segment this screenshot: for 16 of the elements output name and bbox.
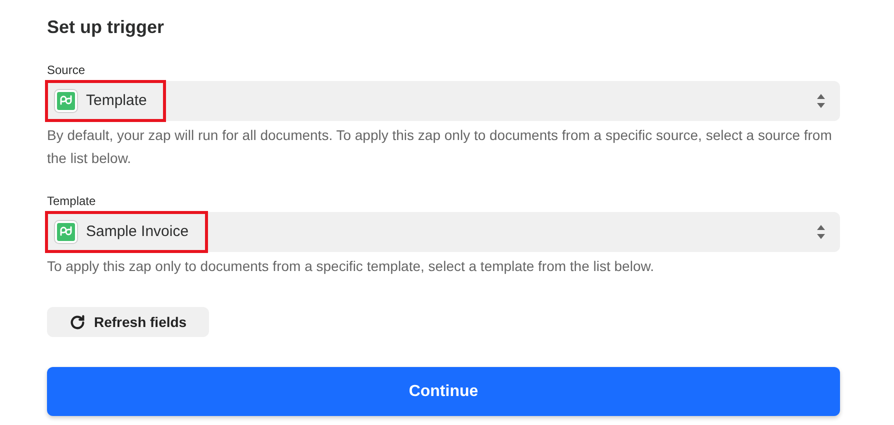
- section-title: Set up trigger: [47, 16, 166, 39]
- app-logo-icon: [54, 220, 78, 244]
- help-text: To apply this zap only to documents from a specific template, select a template from the list below.: [47, 257, 655, 276]
- select-field[interactable]: Sample Invoice: [47, 212, 840, 252]
- app-logo-icon: [54, 89, 78, 113]
- field-label: Template: [47, 193, 97, 210]
- select-field[interactable]: Template: [47, 81, 840, 121]
- continue-button[interactable]: Continue: [47, 367, 840, 416]
- help-text: By default, your zap will run for all documents. To apply this zap only to documents from a specific source, select a source from the list below.: [47, 126, 833, 168]
- field-label: Source: [47, 62, 86, 79]
- selected-value: Sample Invoice: [86, 222, 189, 242]
- refresh-icon: [69, 314, 86, 330]
- sort-arrows-icon: [816, 224, 826, 240]
- sort-arrows-icon: [816, 93, 826, 109]
- refresh-button[interactable]: Refresh fields: [47, 307, 209, 337]
- selected-value: Template: [86, 90, 147, 111]
